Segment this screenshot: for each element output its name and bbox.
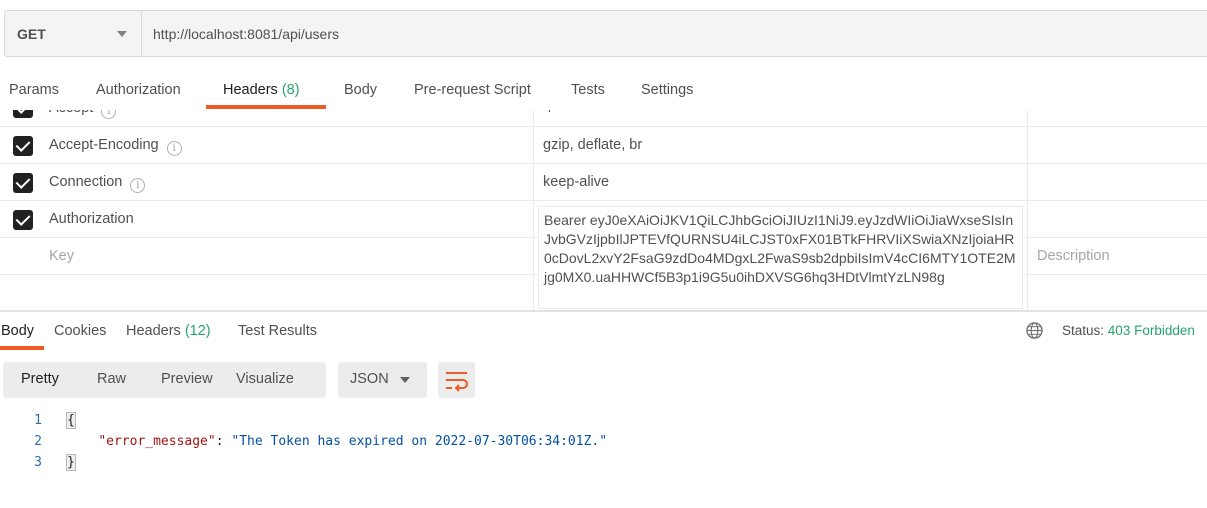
authorization-value-editor[interactable]: Bearer eyJ0eXAiOiJKV1QiLCJhbGciOiJIUzI1N… <box>538 206 1023 309</box>
chevron-down-icon <box>117 31 127 37</box>
view-raw-button[interactable]: Raw <box>97 371 126 387</box>
code-line: { <box>66 412 76 429</box>
headers-table: Accept i */* Accept-Encoding i gzip, defla… <box>0 110 1207 310</box>
tab-headers[interactable]: Headers (8) <box>223 82 300 98</box>
tab-label: Body <box>344 82 378 98</box>
format-select[interactable]: JSON <box>338 362 427 398</box>
view-preview-button[interactable]: Preview <box>161 371 213 387</box>
header-value[interactable]: */* <box>543 110 558 116</box>
header-key-text: Accept <box>49 110 93 116</box>
tab-label: Tests <box>571 82 605 98</box>
request-tabs: Params Authorization Headers (8) Body Pr… <box>0 72 1207 110</box>
tab-tests[interactable]: Tests <box>571 82 605 98</box>
code-line: "error_message": "The Token has expired … <box>67 434 607 449</box>
header-key[interactable]: Authorization <box>49 211 134 227</box>
code-line: } <box>66 454 76 471</box>
description-input[interactable]: Description <box>1037 248 1110 264</box>
tab-label: Test Results <box>238 323 317 339</box>
json-value: "The Token has expired on 2022-07-30T06:… <box>231 434 608 449</box>
line-number: 3 <box>34 455 42 470</box>
line-number: 1 <box>34 413 42 428</box>
header-key[interactable]: Accept-Encoding i <box>49 137 182 156</box>
tab-label: Body <box>1 323 35 339</box>
check-icon[interactable] <box>13 173 33 193</box>
globe-icon[interactable] <box>1025 321 1044 340</box>
tab-body[interactable]: Body <box>344 82 377 98</box>
chevron-down-icon <box>400 377 410 383</box>
tab-settings[interactable]: Settings <box>641 82 693 98</box>
info-icon[interactable]: i <box>130 178 146 193</box>
section-divider <box>0 310 1207 312</box>
method-select[interactable]: GET <box>5 11 142 56</box>
view-mode-group: Pretty Raw Preview Visualize <box>3 362 326 398</box>
tab-params[interactable]: Params <box>9 82 59 98</box>
check-icon[interactable] <box>13 210 33 230</box>
tab-label: Authorization <box>96 82 181 98</box>
response-status: Status: 403 Forbidden <box>1062 323 1195 338</box>
response-tab-cookies[interactable]: Cookies <box>54 323 106 339</box>
header-key-text: Accept-Encoding <box>49 137 159 153</box>
header-key[interactable]: Connection i <box>49 174 146 193</box>
tab-label: Pre-request Script <box>414 82 531 98</box>
header-key[interactable]: Accept i <box>49 110 117 119</box>
status-value: 403 Forbidden <box>1107 323 1195 338</box>
table-row: Connection i keep-alive <box>0 164 1207 201</box>
json-key: "error_message" <box>98 434 216 449</box>
tab-pre-request-script[interactable]: Pre-request Script <box>414 82 531 98</box>
line-number: 2 <box>34 434 42 449</box>
status-label: Status: <box>1062 323 1105 338</box>
key-input[interactable]: Key <box>49 248 74 264</box>
open-brace: { <box>66 412 76 429</box>
method-label: GET <box>17 25 46 42</box>
tab-count: (8) <box>281 82 300 98</box>
response-tab-body[interactable]: Body <box>1 323 34 339</box>
tab-authorization[interactable]: Authorization <box>96 82 181 98</box>
tab-label: Params <box>9 82 59 98</box>
info-icon[interactable]: i <box>101 110 117 119</box>
json-colon: : <box>215 434 232 449</box>
wrap-lines-button[interactable] <box>438 362 475 398</box>
check-icon[interactable] <box>13 110 33 118</box>
tab-label: Settings <box>641 82 694 98</box>
tab-count: (12) <box>184 323 211 339</box>
table-row: Accept i */* <box>0 110 1207 127</box>
active-tab-indicator <box>206 105 326 109</box>
response-tab-headers[interactable]: Headers (12) <box>126 323 211 339</box>
header-value[interactable]: gzip, deflate, br <box>543 137 642 153</box>
format-label: JSON <box>350 371 389 387</box>
table-row: Accept-Encoding i gzip, deflate, br <box>0 127 1207 164</box>
info-icon[interactable]: i <box>166 141 182 156</box>
close-brace: } <box>66 454 76 471</box>
url-bar: GET http://localhost:8081/api/users <box>4 10 1207 57</box>
response-tab-test-results[interactable]: Test Results <box>238 323 317 339</box>
tab-label: Headers <box>223 82 278 98</box>
active-tab-indicator <box>0 346 44 350</box>
check-icon[interactable] <box>13 136 33 156</box>
tab-label: Cookies <box>54 323 107 339</box>
view-visualize-button[interactable]: Visualize <box>236 371 294 387</box>
header-value[interactable]: keep-alive <box>543 174 609 190</box>
wrap-lines-icon <box>446 372 468 392</box>
tab-label: Headers <box>126 323 181 339</box>
url-input[interactable]: http://localhost:8081/api/users <box>142 11 339 56</box>
view-pretty-button[interactable]: Pretty <box>21 371 59 387</box>
header-key-text: Connection <box>49 174 123 190</box>
